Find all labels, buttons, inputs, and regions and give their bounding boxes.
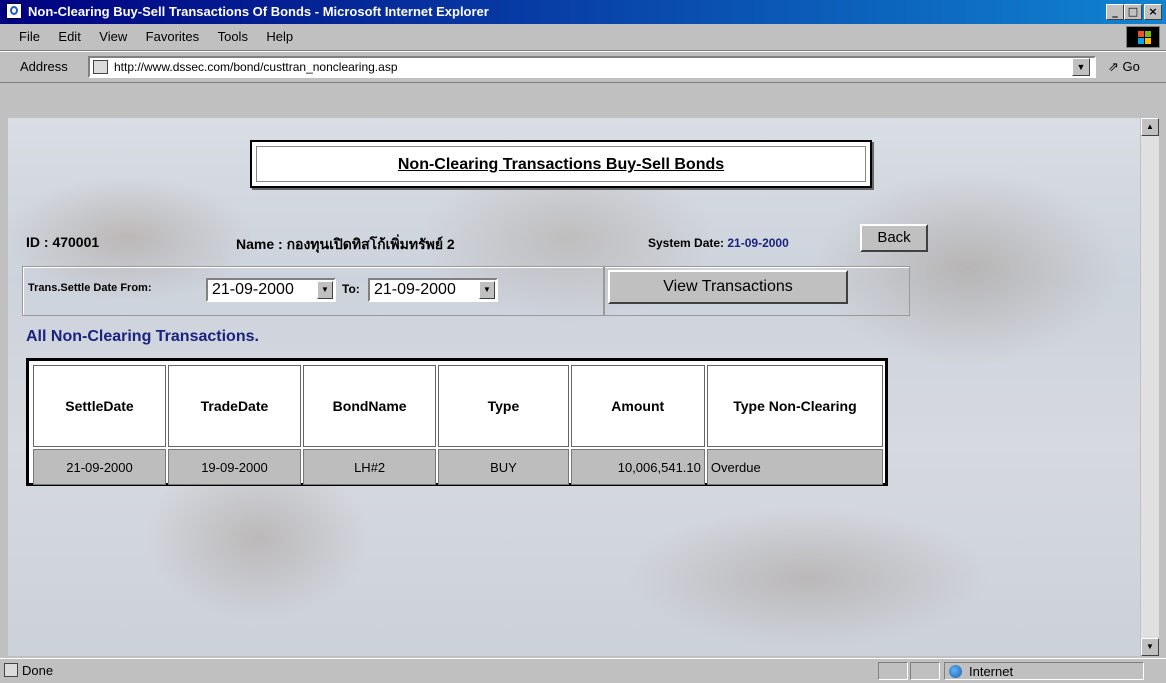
minimize-button[interactable]: _: [1106, 4, 1124, 20]
scroll-up-icon[interactable]: ▲: [1141, 118, 1159, 136]
back-button[interactable]: Back: [860, 224, 928, 252]
cell-bond-name: LH#2: [302, 449, 437, 485]
menu-tools[interactable]: Tools: [211, 24, 255, 44]
address-input[interactable]: http://www.dssec.com/bond/custtran_noncl…: [88, 56, 1096, 78]
go-label: Go: [1122, 59, 1140, 74]
cell-amount: 10,006,541.10: [570, 449, 705, 485]
address-dropdown-icon[interactable]: ▼: [1072, 58, 1090, 76]
scroll-down-icon[interactable]: ▼: [1141, 638, 1159, 656]
header-type: Type: [438, 365, 569, 447]
header-trade-date: TradeDate: [167, 365, 301, 447]
menu-file[interactable]: File: [12, 24, 47, 44]
cell-settle-date: 21-09-2000: [33, 449, 166, 485]
maximize-button[interactable]: □: [1124, 4, 1142, 20]
header-type-non-clearing: Type Non-Clearing: [706, 365, 883, 447]
cell-trade-date: 19-09-2000: [167, 449, 301, 485]
account-id: ID : 470001: [26, 234, 100, 250]
menu-view[interactable]: View: [92, 24, 134, 44]
globe-icon: [949, 665, 962, 678]
to-date-value: 21-09-2000: [374, 281, 456, 298]
go-arrow-icon: ⇗: [1108, 59, 1119, 74]
header-settle-date: SettleDate: [33, 365, 166, 447]
menu-edit[interactable]: Edit: [51, 24, 87, 44]
zone-text: Internet: [969, 664, 1014, 679]
from-date-select[interactable]: 21-09-2000 ▼: [206, 278, 336, 302]
menu-bar: File Edit View Favorites Tools Help: [0, 24, 1166, 51]
from-label: Trans.Settle Date From:: [28, 282, 152, 294]
header-bond-name: BondName: [302, 365, 437, 447]
page-content: Non-Clearing Transactions Buy-Sell Bonds…: [8, 118, 1140, 656]
from-date-value: 21-09-2000: [212, 281, 294, 298]
section-title: All Non-Clearing Transactions.: [26, 328, 259, 345]
address-bar: Address http://www.dssec.com/bond/custtr…: [0, 51, 1166, 83]
account-name: Name : กองทุนเปิดทิสโก้เพิ่มทรัพย์ 2: [236, 236, 455, 252]
cell-type: BUY: [438, 449, 569, 485]
page-heading-box: Non-Clearing Transactions Buy-Sell Bonds: [250, 140, 872, 188]
cell-type-non-clearing: Overdue: [706, 449, 883, 485]
to-date-select[interactable]: 21-09-2000 ▼: [368, 278, 498, 302]
ie-app-icon: [6, 3, 22, 19]
system-date-value: 21-09-2000: [727, 236, 789, 250]
to-label: To:: [342, 282, 360, 296]
status-bar: Done Internet: [0, 658, 1166, 683]
chevron-down-icon: ▼: [317, 281, 333, 299]
window-title: Non-Clearing Buy-Sell Transactions Of Bo…: [28, 4, 489, 19]
system-date: System Date: 21-09-2000: [648, 236, 789, 250]
transactions-table: SettleDate TradeDate BondName Type Amoun…: [26, 358, 888, 486]
vertical-scrollbar[interactable]: ▲ ▼: [1140, 118, 1159, 656]
system-date-label: System Date:: [648, 236, 728, 250]
close-button[interactable]: ×: [1144, 4, 1162, 20]
view-transactions-button[interactable]: View Transactions: [608, 270, 848, 304]
status-text: Done: [22, 663, 54, 678]
table-row: 21-09-2000 19-09-2000 LH#2 BUY 10,006,54…: [33, 449, 883, 485]
page-heading: Non-Clearing Transactions Buy-Sell Bonds: [397, 156, 725, 173]
page-icon: [93, 60, 108, 74]
address-url: http://www.dssec.com/bond/custtran_noncl…: [114, 60, 398, 74]
page-done-icon: [4, 663, 18, 677]
go-button[interactable]: ⇗ Go: [1108, 59, 1140, 75]
menu-help[interactable]: Help: [259, 24, 300, 44]
table-header-row: SettleDate TradeDate BondName Type Amoun…: [33, 365, 883, 447]
chevron-down-icon: ▼: [479, 281, 495, 299]
title-bar: Non-Clearing Buy-Sell Transactions Of Bo…: [0, 0, 1166, 24]
windows-logo-icon: [1126, 26, 1160, 48]
security-zone: Internet: [944, 662, 1144, 680]
menu-favorites[interactable]: Favorites: [139, 24, 206, 44]
address-label: Address: [20, 59, 68, 74]
header-amount: Amount: [570, 365, 705, 447]
